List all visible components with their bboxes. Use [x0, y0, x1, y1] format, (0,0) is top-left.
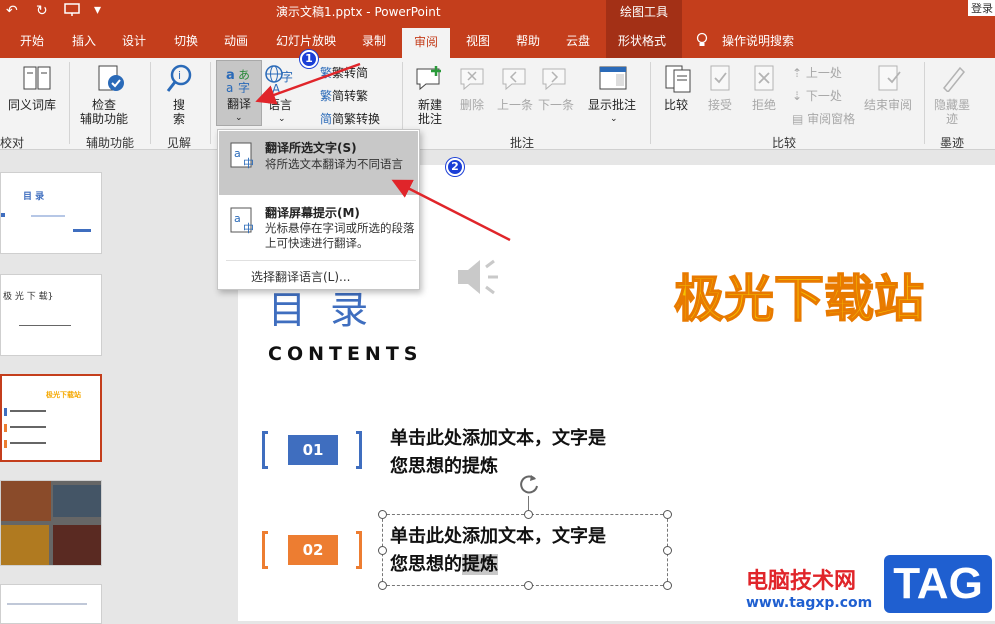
annotation-arrows — [255, 62, 511, 242]
arrow-to-menu-item — [391, 179, 511, 242]
callout-badge-2: 2 — [446, 158, 464, 176]
callout-badge-1: 1 — [300, 50, 318, 68]
arrow-to-translate — [255, 62, 361, 105]
